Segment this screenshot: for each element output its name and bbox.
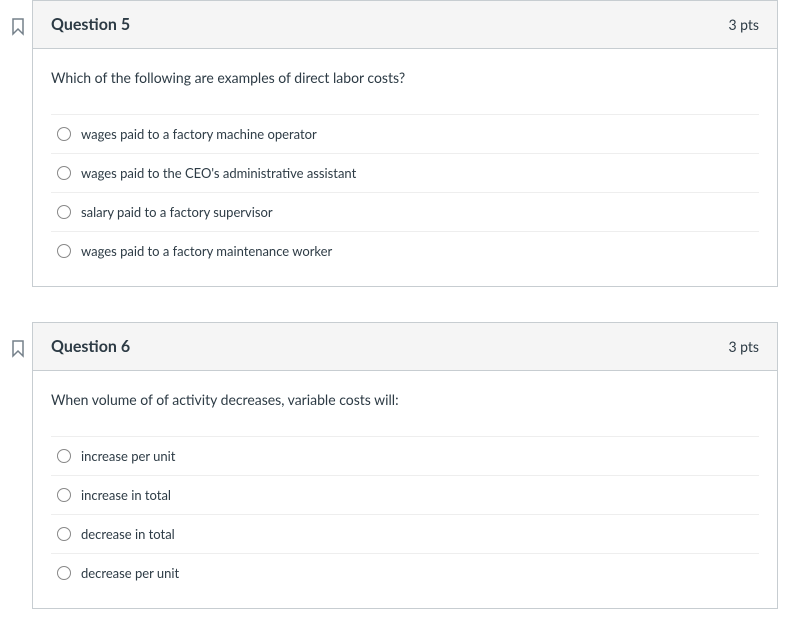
radio-icon (57, 566, 71, 580)
question-prompt: When volume of of activity decreases, va… (51, 391, 759, 408)
radio-icon (57, 449, 71, 463)
answer-option[interactable]: increase per unit (51, 437, 759, 476)
question-points: 3 pts (728, 16, 759, 33)
answer-label: wages paid to a factory machine operator (81, 126, 317, 142)
answers-list: wages paid to a factory machine operator… (51, 114, 759, 270)
question-title: Question 5 (51, 15, 130, 34)
answer-option[interactable]: increase in total (51, 476, 759, 515)
flag-column (4, 322, 32, 362)
question-card: Question 5 3 pts Which of the following … (32, 0, 778, 287)
answer-option[interactable]: wages paid to a factory machine operator (51, 115, 759, 154)
question-header: Question 5 3 pts (33, 1, 777, 49)
question-header: Question 6 3 pts (33, 323, 777, 371)
question-6-wrapper: Question 6 3 pts When volume of of activ… (0, 322, 792, 609)
answer-label: wages paid to a factory maintenance work… (81, 243, 332, 259)
radio-icon (57, 166, 71, 180)
question-body: Which of the following are examples of d… (33, 49, 777, 286)
radio-icon (57, 527, 71, 541)
question-5-wrapper: Question 5 3 pts Which of the following … (0, 0, 792, 287)
bookmark-icon[interactable] (11, 18, 25, 40)
flag-column (4, 0, 32, 40)
answer-label: salary paid to a factory supervisor (81, 204, 273, 220)
answer-option[interactable]: wages paid to the CEO's administrative a… (51, 154, 759, 193)
answer-option[interactable]: salary paid to a factory supervisor (51, 193, 759, 232)
radio-icon (57, 244, 71, 258)
answer-label: decrease in total (81, 526, 175, 542)
answer-option[interactable]: decrease in total (51, 515, 759, 554)
radio-icon (57, 488, 71, 502)
question-points: 3 pts (728, 338, 759, 355)
question-title: Question 6 (51, 337, 130, 356)
answers-list: increase per unit increase in total decr… (51, 436, 759, 592)
answer-label: increase per unit (81, 448, 175, 464)
question-prompt: Which of the following are examples of d… (51, 69, 759, 86)
radio-icon (57, 205, 71, 219)
answer-label: increase in total (81, 487, 171, 503)
question-body: When volume of of activity decreases, va… (33, 371, 777, 608)
question-card: Question 6 3 pts When volume of of activ… (32, 322, 778, 609)
answer-option[interactable]: decrease per unit (51, 554, 759, 592)
bookmark-icon[interactable] (11, 340, 25, 362)
answer-label: wages paid to the CEO's administrative a… (81, 165, 356, 181)
answer-label: decrease per unit (81, 565, 179, 581)
radio-icon (57, 127, 71, 141)
answer-option[interactable]: wages paid to a factory maintenance work… (51, 232, 759, 270)
